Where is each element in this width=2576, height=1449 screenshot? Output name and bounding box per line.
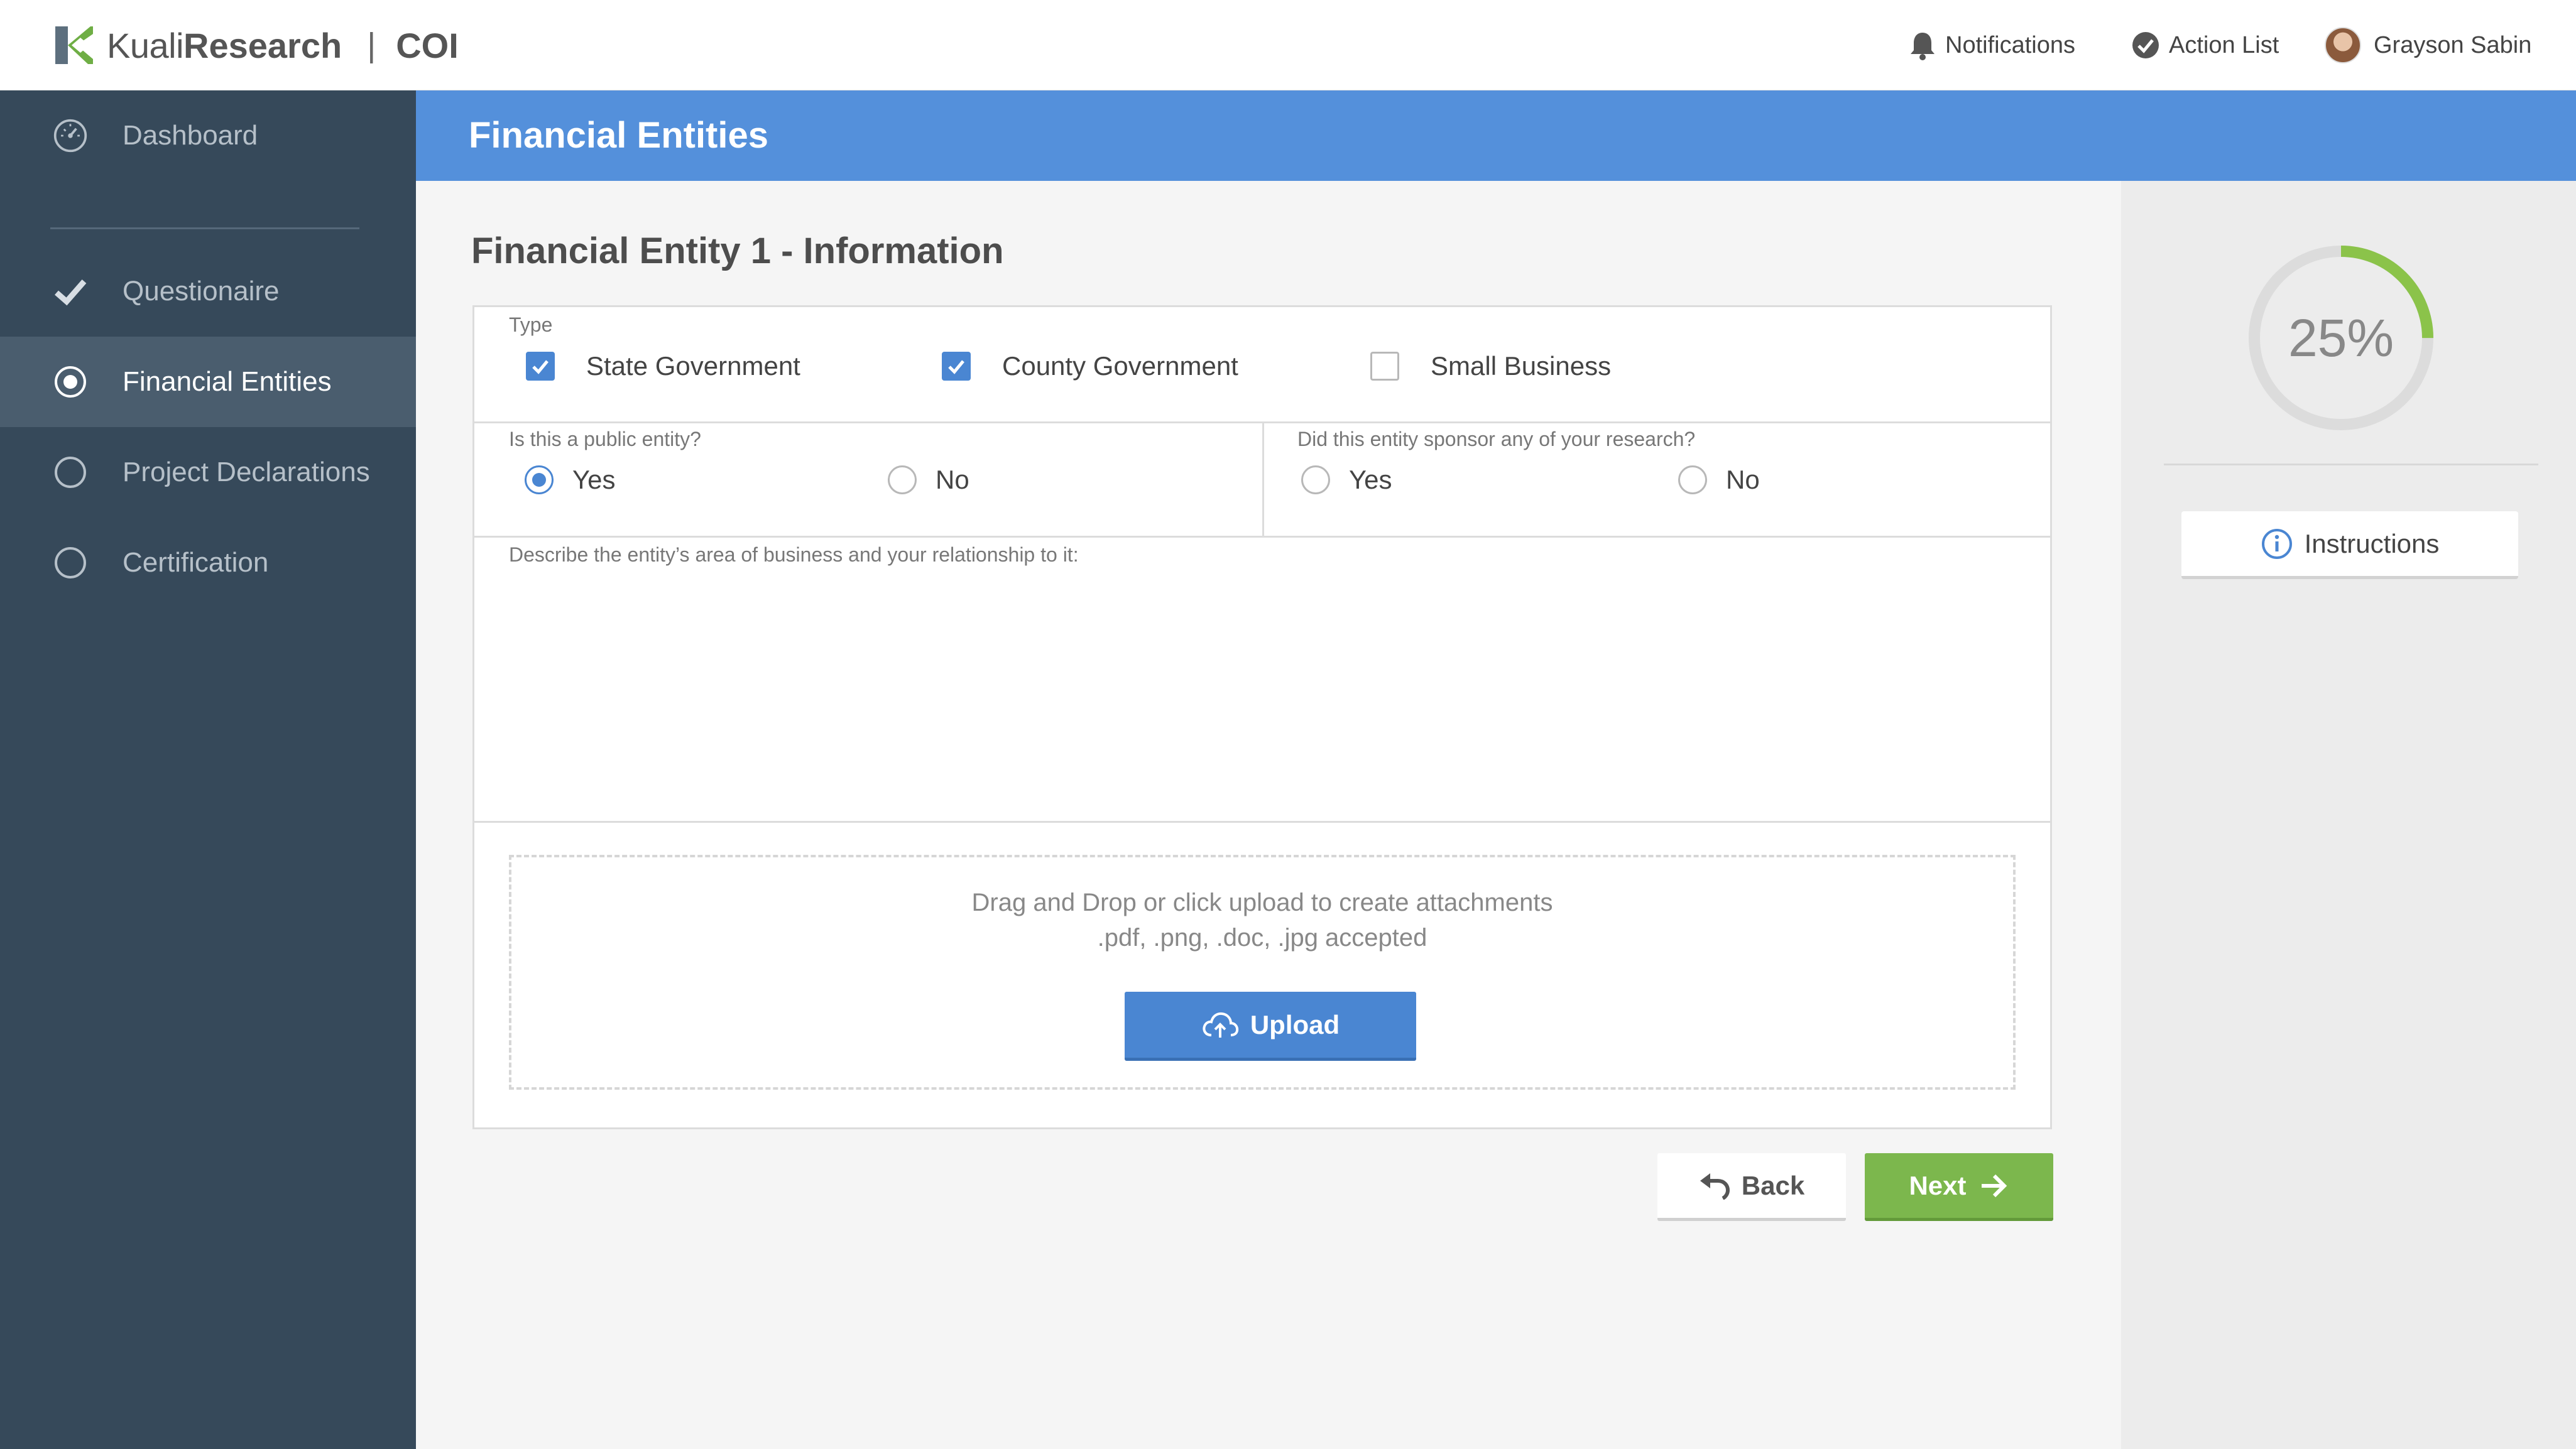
form-column-divider: [1262, 421, 1264, 536]
checkmark-icon: [53, 274, 88, 309]
action-list-link[interactable]: Action List: [2131, 23, 2279, 68]
sidebar-item-label: Questionaire: [123, 276, 280, 307]
radio-button[interactable]: [1301, 465, 1330, 494]
sponsor-no-radio[interactable]: No: [1678, 465, 1760, 495]
checkbox-label: Small Business: [1431, 351, 1612, 381]
brand-separator: |: [367, 26, 376, 64]
next-label: Next: [1909, 1170, 1967, 1200]
brand-kuali-text: Kuali: [107, 25, 184, 65]
next-button[interactable]: Next: [1865, 1153, 2053, 1221]
notifications-link[interactable]: Notifications: [1909, 23, 2075, 68]
user-name: Grayson Sabin: [2374, 31, 2532, 58]
right-panel: 25% Instructions: [2121, 181, 2576, 1449]
arrow-right-icon: [1981, 1174, 2007, 1197]
checkbox[interactable]: [1370, 352, 1399, 381]
kuali-logo-icon: [55, 26, 93, 64]
type-checkbox-state-government[interactable]: State Government: [526, 351, 800, 381]
page-title: Financial Entities: [469, 115, 768, 156]
checkbox-label: State Government: [586, 351, 800, 381]
upload-button[interactable]: Upload: [1125, 992, 1416, 1061]
sponsor-yes-radio[interactable]: Yes: [1301, 465, 1392, 495]
brand-research-text: Research: [183, 25, 342, 65]
public-entity-question: Is this a public entity?: [509, 428, 701, 450]
section-title: Financial Entity 1 - Information: [471, 231, 1004, 271]
public-entity-yes-radio[interactable]: Yes: [525, 465, 616, 495]
back-button[interactable]: Back: [1657, 1153, 1846, 1221]
radio-label: Yes: [572, 465, 616, 494]
attachment-dropzone[interactable]: Drag and Drop or click upload to create …: [509, 855, 2016, 1090]
sidebar-item-label: Project Declarations: [123, 457, 370, 487]
radio-button[interactable]: [888, 465, 917, 494]
radio-label: Yes: [1349, 465, 1392, 494]
sponsor-question: Did this entity sponsor any of your rese…: [1297, 428, 1696, 450]
sidebar: Dashboard Questionaire Financial Entitie…: [0, 90, 416, 1449]
radio-selected-icon: [53, 364, 88, 399]
user-menu[interactable]: Grayson Sabin: [2325, 23, 2531, 68]
instructions-label: Instructions: [2304, 528, 2440, 558]
sidebar-divider: [50, 227, 359, 229]
type-checkbox-small-business[interactable]: Small Business: [1370, 351, 1611, 381]
check-circle-icon: [2132, 32, 2159, 58]
sidebar-item-label: Certification: [123, 547, 269, 578]
public-entity-no-radio[interactable]: No: [888, 465, 969, 495]
radio-empty-icon: [53, 455, 88, 490]
top-bar: Kuali Research | COI Notifications Actio…: [0, 0, 2576, 90]
progress-indicator: 25%: [2247, 244, 2435, 432]
right-panel-divider: [2164, 464, 2538, 465]
check-icon: [532, 360, 548, 374]
sidebar-item-label: Financial Entities: [123, 366, 332, 397]
sidebar-item-certification[interactable]: Certification: [0, 518, 416, 608]
notifications-label: Notifications: [1945, 31, 2075, 58]
financial-entity-form: Type State Government County Government …: [472, 305, 2052, 1129]
sidebar-item-project-declarations[interactable]: Project Declarations: [0, 427, 416, 518]
brand-module-name: COI: [396, 25, 459, 65]
radio-label: No: [936, 465, 969, 494]
radio-label: No: [1726, 465, 1760, 494]
bell-icon: [1911, 33, 1935, 60]
radio-empty-icon: [53, 545, 88, 580]
form-divider: [474, 821, 2050, 823]
sidebar-item-dashboard[interactable]: Dashboard: [0, 90, 416, 181]
back-label: Back: [1741, 1170, 1805, 1200]
dropzone-instructions: Drag and Drop or click upload to create …: [971, 889, 1553, 916]
check-icon: [948, 360, 964, 374]
instructions-button[interactable]: Instructions: [2181, 511, 2518, 579]
info-icon: [2261, 528, 2292, 559]
sidebar-item-questionaire[interactable]: Questionaire: [0, 246, 416, 337]
dropzone-accepted-types: .pdf, .png, .doc, .jpg accepted: [1097, 924, 1427, 952]
description-textarea[interactable]: [474, 537, 2050, 813]
radio-button[interactable]: [1678, 465, 1707, 494]
dashboard-icon: [53, 118, 88, 153]
checkbox-label: County Government: [1002, 351, 1238, 381]
radio-button[interactable]: [525, 465, 554, 494]
progress-percent: 25%: [2288, 308, 2394, 367]
type-label: Type: [509, 313, 553, 336]
avatar: [2325, 27, 2361, 63]
undo-arrow-icon: [1700, 1173, 1730, 1200]
type-checkbox-county-government[interactable]: County Government: [942, 351, 1238, 381]
page-header: Financial Entities: [416, 90, 2576, 181]
sidebar-item-label: Dashboard: [123, 120, 258, 151]
cloud-upload-icon: [1203, 1012, 1238, 1038]
brand-logo[interactable]: Kuali Research | COI: [53, 23, 459, 68]
checkbox[interactable]: [942, 352, 971, 381]
upload-label: Upload: [1250, 1009, 1340, 1039]
checkbox[interactable]: [526, 352, 555, 381]
sidebar-item-financial-entities[interactable]: Financial Entities: [0, 337, 416, 427]
action-list-label: Action List: [2169, 31, 2279, 58]
